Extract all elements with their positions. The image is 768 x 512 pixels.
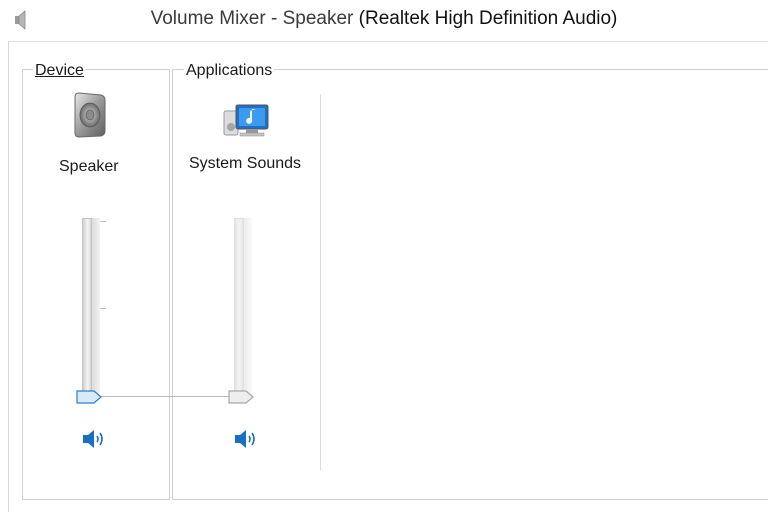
device-peak-meter bbox=[92, 218, 100, 398]
volume-link-line bbox=[100, 396, 230, 397]
app-name-system-sounds: System Sounds bbox=[189, 155, 302, 172]
device-group-label: Device bbox=[33, 62, 86, 80]
title-bar[interactable]: Volume Mixer - Speaker (Realtek High Def… bbox=[0, 0, 768, 40]
window-title-device: (Realtek High Definition Audio) bbox=[358, 8, 618, 29]
speaker-device-icon[interactable] bbox=[69, 91, 109, 139]
system-sounds-icon[interactable] bbox=[222, 99, 272, 141]
window-title: Volume Mixer - Speaker (Realtek High Def… bbox=[0, 8, 768, 30]
slider-tick bbox=[100, 308, 106, 309]
system-sounds-peak-meter bbox=[244, 218, 252, 398]
device-name: Speaker bbox=[59, 158, 119, 175]
slider-tick bbox=[100, 221, 106, 222]
window-title-main: Volume Mixer - Speaker bbox=[150, 8, 359, 29]
system-sounds-mute-button[interactable] bbox=[233, 428, 259, 450]
device-volume-slider-track[interactable] bbox=[82, 218, 92, 398]
system-sounds-volume-slider-thumb[interactable] bbox=[228, 390, 254, 404]
device-mute-button[interactable] bbox=[81, 428, 107, 450]
device-volume-slider-thumb[interactable] bbox=[76, 390, 102, 404]
applications-divider bbox=[320, 94, 321, 470]
applications-group-label: Applications bbox=[184, 62, 275, 80]
system-sounds-volume-slider-track[interactable] bbox=[234, 218, 244, 398]
